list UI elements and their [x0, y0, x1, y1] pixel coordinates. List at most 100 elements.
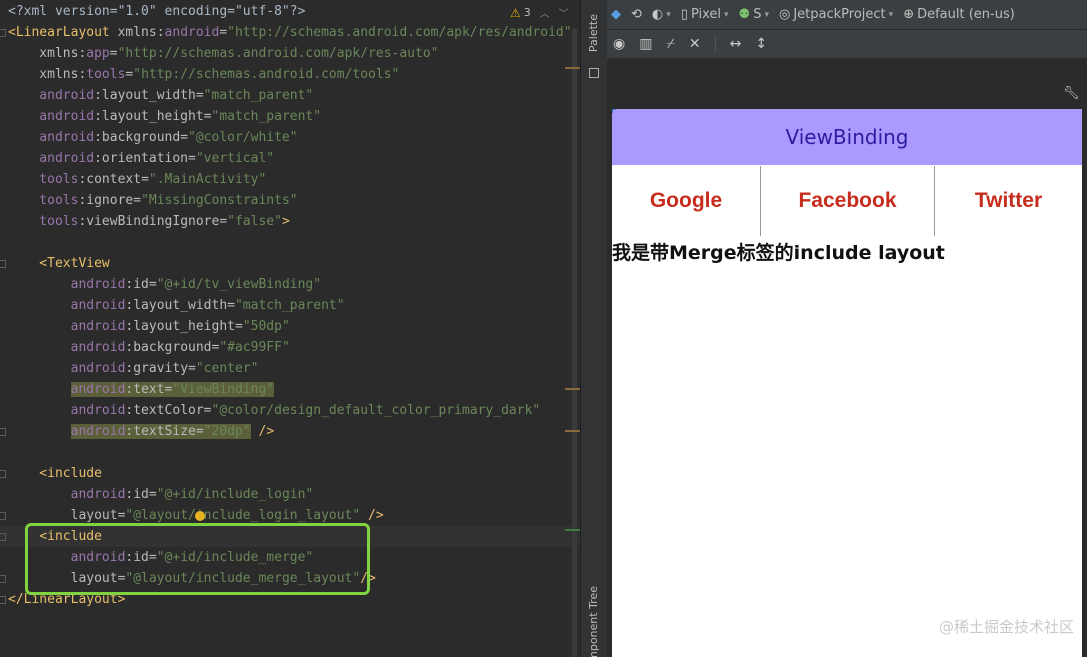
- code-line[interactable]: android:textColor="@color/design_default…: [8, 400, 541, 421]
- tool-window-strip: Palette Component Tree: [580, 0, 607, 657]
- theme-icon: ◎: [779, 7, 791, 22]
- scroll-marker[interactable]: [565, 388, 580, 390]
- code-line[interactable]: <TextView: [8, 253, 109, 274]
- code-line[interactable]: android:textSize="20dp" />: [8, 421, 274, 442]
- expand-horizontal-icon[interactable]: ↔: [730, 36, 742, 52]
- viewbinding-textview[interactable]: ViewBinding: [612, 109, 1082, 165]
- scroll-marker[interactable]: [565, 430, 580, 432]
- viewbinding-label: ViewBinding: [785, 125, 909, 149]
- theme-dropdown[interactable]: ◎ JetpackProject ▾: [779, 7, 893, 22]
- night-mode-button[interactable]: ◐ ▾: [652, 7, 671, 22]
- code-token: "match_parent": [211, 109, 322, 124]
- code-line[interactable]: android:background="@color/white": [8, 127, 298, 148]
- code-token: :layout_height=: [94, 109, 212, 124]
- editor-scrollbar[interactable]: [571, 28, 578, 657]
- code-line[interactable]: android:text="ViewBinding": [8, 379, 275, 400]
- include-login-layout[interactable]: Google Facebook Twitter: [612, 166, 1082, 236]
- chevron-down-icon[interactable]: ﹀: [559, 5, 569, 20]
- code-editor[interactable]: <?xml version="1.0" encoding="utf-8"?> <L…: [0, 0, 580, 657]
- code-token: "@color/white": [188, 130, 298, 145]
- code-line[interactable]: tools:context=".MainActivity": [8, 169, 266, 190]
- code-line[interactable]: android:layout_height="50dp": [8, 316, 290, 337]
- blueprint-icon[interactable]: ▥: [639, 36, 652, 52]
- android-icon: ⚉: [738, 7, 751, 22]
- fold-marker-icon[interactable]: [0, 533, 6, 541]
- code-token: app: [86, 46, 110, 61]
- code-token: :background=: [94, 130, 189, 145]
- code-token: :context=: [78, 172, 149, 187]
- twitter-label: Twitter: [974, 189, 1043, 212]
- code-token: android: [70, 382, 126, 397]
- phone-icon: ▯: [680, 7, 688, 22]
- palette-tab[interactable]: Palette: [587, 14, 600, 52]
- code-line[interactable]: <?xml version="1.0" encoding="utf-8"?>: [8, 1, 305, 22]
- code-token: :id=: [125, 277, 157, 292]
- device-dropdown[interactable]: ▯ Pixel ▾: [681, 7, 729, 22]
- code-token: "http://schemas.android.com/apk/res-auto…: [117, 46, 439, 61]
- inspection-warnings[interactable]: ⚠ 3 ︿ ﹀: [510, 5, 569, 21]
- code-line[interactable]: xmlns:app="http://schemas.android.com/ap…: [8, 43, 439, 64]
- code-line[interactable]: android:layout_width="match_parent": [8, 295, 345, 316]
- include-merge-highlight-box: [25, 523, 370, 595]
- code-token: tools: [86, 67, 126, 82]
- selection-anchor: [612, 109, 616, 113]
- code-line[interactable]: <include: [8, 463, 102, 484]
- code-token: :layout_width=: [125, 298, 235, 313]
- fold-marker-icon[interactable]: [0, 260, 6, 268]
- code-line[interactable]: android:layout_width="match_parent": [8, 85, 313, 106]
- scroll-marker[interactable]: [565, 529, 580, 531]
- layers-icon[interactable]: ◆: [611, 7, 621, 22]
- facebook-button[interactable]: Facebook: [760, 166, 935, 236]
- api-dropdown[interactable]: ⚉ S ▾: [739, 7, 769, 22]
- code-line[interactable]: android:layout_height="match_parent": [8, 106, 321, 127]
- orientation-icon[interactable]: ⟲: [631, 7, 642, 22]
- code-token: xmlns:: [117, 25, 165, 40]
- code-token: :textSize=: [125, 424, 204, 439]
- fold-marker-icon[interactable]: [0, 29, 6, 37]
- clear-constraints-icon[interactable]: ✕: [689, 36, 701, 52]
- code-token: tools: [8, 193, 79, 208]
- code-line[interactable]: tools:ignore="MissingConstraints": [8, 190, 297, 211]
- code-token: :background=: [125, 340, 220, 355]
- constraints-icon[interactable]: ⌿: [666, 36, 674, 52]
- code-line[interactable]: android:id="@+id/include_login": [8, 484, 314, 505]
- code-token: "@color/design_default_color_primary_dar…: [211, 403, 541, 418]
- merge-include-textview[interactable]: 我是带Merge标签的include layout: [612, 238, 1082, 265]
- eye-icon[interactable]: ◉: [613, 36, 625, 52]
- code-token: "vertical": [195, 151, 275, 166]
- palette-icon: [589, 68, 599, 78]
- code-token: android: [8, 151, 95, 166]
- code-token: xmlns:: [8, 46, 87, 61]
- component-tree-tab[interactable]: Component Tree: [587, 586, 600, 657]
- google-button[interactable]: Google: [612, 166, 760, 236]
- locale-dropdown[interactable]: ⊕ Default (en-us): [903, 7, 1015, 22]
- code-line[interactable]: xmlns:tools="http://schemas.android.com/…: [8, 64, 399, 85]
- fold-marker-icon[interactable]: [0, 575, 6, 583]
- expand-vertical-icon[interactable]: ↕: [755, 36, 767, 52]
- code-line[interactable]: android:orientation="vertical": [8, 148, 274, 169]
- code-token: "center": [195, 361, 259, 376]
- code-token: <LinearLayout: [8, 25, 118, 40]
- scroll-marker[interactable]: [565, 67, 580, 69]
- fold-marker-icon[interactable]: [0, 428, 6, 436]
- code-token: :viewBindingIgnore=: [78, 214, 228, 229]
- code-token: "#ac99FF": [219, 340, 290, 355]
- fold-marker-icon[interactable]: [0, 512, 6, 520]
- wrench-icon[interactable]: 🔧︎: [1063, 86, 1080, 101]
- code-line[interactable]: tools:viewBindingIgnore="false">: [8, 211, 290, 232]
- fold-marker-icon[interactable]: [0, 470, 6, 478]
- watermark: @稀土掘金技术社区: [938, 618, 1074, 636]
- code-line[interactable]: android:background="#ac99FF": [8, 337, 290, 358]
- fold-marker-icon[interactable]: [0, 596, 6, 604]
- scrollbar-thumb[interactable]: [572, 28, 577, 657]
- chevron-up-icon[interactable]: ︿: [540, 5, 550, 20]
- code-line[interactable]: android:id="@+id/tv_viewBinding": [8, 274, 321, 295]
- intention-bulb-icon[interactable]: [195, 511, 205, 521]
- night-mode-icon: ◐: [651, 7, 664, 22]
- code-line[interactable]: <LinearLayout xmlns:android="http://sche…: [8, 22, 572, 43]
- code-token: :layout_height=: [125, 319, 243, 334]
- code-token: "20dp": [203, 424, 251, 439]
- code-line[interactable]: android:gravity="center": [8, 358, 259, 379]
- twitter-button[interactable]: Twitter: [935, 166, 1082, 236]
